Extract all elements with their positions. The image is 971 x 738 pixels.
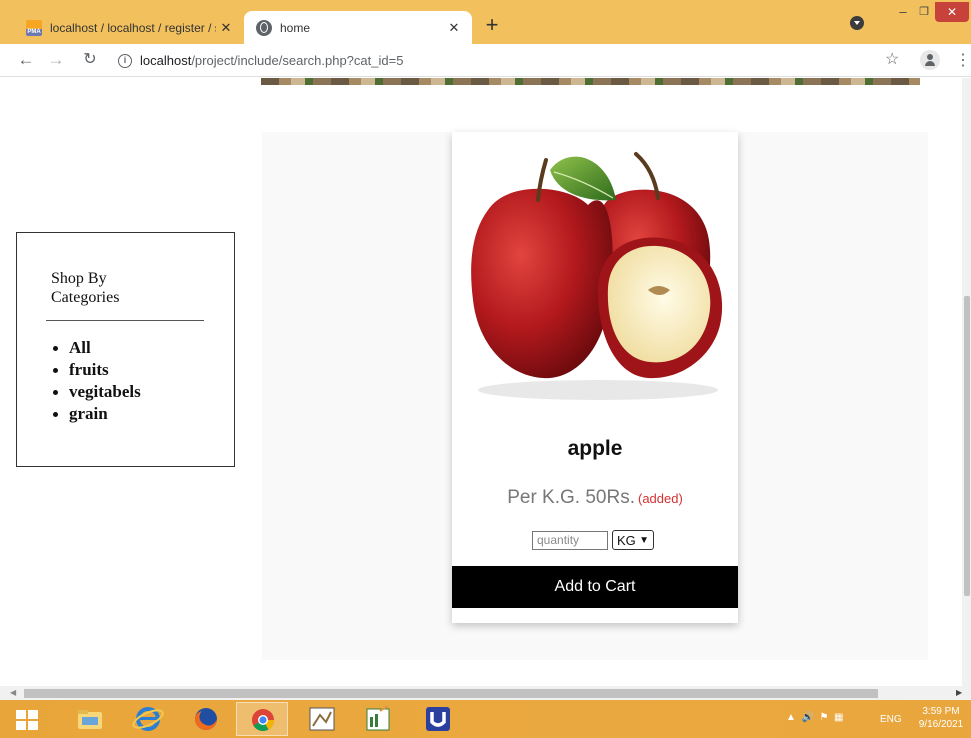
- new-tab-button[interactable]: +: [480, 14, 504, 38]
- scroll-right-arrow-icon[interactable]: ▶: [956, 688, 962, 697]
- phpmyadmin-icon: PMA: [26, 19, 42, 36]
- banner-image: [261, 78, 920, 85]
- tab-search-icon[interactable]: [850, 16, 864, 30]
- chrome-icon[interactable]: [236, 702, 288, 736]
- tab-home[interactable]: home ✕: [244, 11, 472, 44]
- browser-toolbar: ← → ↻ i localhost/project/include/search…: [0, 44, 971, 77]
- page-viewport: Shop By Categories All fruits vegitabels…: [0, 78, 966, 686]
- back-arrow-icon[interactable]: ←: [16, 50, 36, 70]
- firefox-icon[interactable]: [180, 702, 232, 736]
- tab-phpmyadmin[interactable]: PMA localhost / localhost / register / s…: [16, 11, 244, 44]
- category-item-fruits[interactable]: fruits: [51, 359, 141, 381]
- bookmark-star-icon[interactable]: ☆: [885, 49, 899, 69]
- add-to-cart-button[interactable]: Add to Cart: [452, 566, 738, 608]
- category-sidebar: Shop By Categories All fruits vegitabels…: [16, 232, 235, 467]
- category-list: All fruits vegitabels grain: [51, 337, 141, 425]
- tab-title: localhost / localhost / register / s: [50, 20, 216, 35]
- url-host: localhost: [140, 53, 192, 68]
- globe-icon: [256, 19, 272, 36]
- account-icon[interactable]: [920, 50, 940, 70]
- category-item-all[interactable]: All: [51, 337, 141, 359]
- close-icon[interactable]: ✕: [216, 20, 236, 36]
- product-card: apple Per K.G. 50Rs.(added) KG ▼ Add to …: [452, 132, 738, 623]
- added-status: (added): [637, 491, 683, 506]
- product-price-line: Per K.G. 50Rs. (added): [452, 487, 738, 509]
- maximize-button[interactable]: ❐: [914, 2, 934, 22]
- unit-select-value: KG: [617, 532, 636, 548]
- reload-icon[interactable]: ↻: [80, 50, 100, 70]
- internet-explorer-icon[interactable]: [122, 702, 174, 736]
- file-explorer-icon[interactable]: [64, 702, 116, 736]
- vertical-scroll-thumb[interactable]: [964, 296, 970, 596]
- taskbar-clock[interactable]: 3:59 PM 9/16/2021: [914, 705, 968, 731]
- info-icon[interactable]: i: [118, 53, 132, 68]
- horizontal-scroll-thumb[interactable]: [24, 689, 878, 698]
- clock-date: 9/16/2021: [918, 719, 964, 730]
- window-close-button[interactable]: ✕: [935, 2, 969, 22]
- clock-time: 3:59 PM: [922, 706, 960, 717]
- language-indicator[interactable]: ENG: [880, 714, 902, 725]
- kebab-menu-icon[interactable]: ⋮: [955, 50, 971, 70]
- product-price: Per K.G. 50Rs.: [507, 487, 635, 508]
- category-item-grain[interactable]: grain: [51, 403, 141, 425]
- chevron-down-icon: ▼: [639, 534, 649, 546]
- scroll-left-arrow-icon[interactable]: ◀: [10, 688, 16, 697]
- minimize-button[interactable]: –: [892, 2, 914, 22]
- windows-start-icon[interactable]: [16, 710, 38, 730]
- address-bar[interactable]: i localhost/project/include/search.php?c…: [110, 48, 910, 73]
- forward-arrow-icon[interactable]: →: [46, 50, 66, 70]
- tab-title: home: [280, 20, 311, 35]
- close-icon[interactable]: ✕: [444, 20, 464, 36]
- browser-tab-bar: PMA localhost / localhost / register / s…: [0, 0, 971, 44]
- quantity-input[interactable]: [532, 530, 608, 550]
- sidebar-heading: Shop By Categories: [51, 270, 120, 306]
- url-path: /project/include/search.php?cat_id=5: [191, 53, 404, 68]
- unit-select[interactable]: KG ▼: [612, 530, 654, 550]
- category-item-vegitabels[interactable]: vegitabels: [51, 381, 141, 403]
- apple-product-image: [471, 152, 723, 400]
- uniform-server-icon[interactable]: [412, 702, 464, 736]
- product-name: apple: [567, 437, 623, 460]
- gimp-icon[interactable]: [296, 702, 348, 736]
- sidebar-divider: [46, 320, 204, 321]
- quantity-row: KG ▼: [532, 529, 654, 551]
- system-tray-icons[interactable]: ▲ 🔊 ⚑ ▦: [786, 712, 843, 723]
- project-app-icon[interactable]: [352, 702, 404, 736]
